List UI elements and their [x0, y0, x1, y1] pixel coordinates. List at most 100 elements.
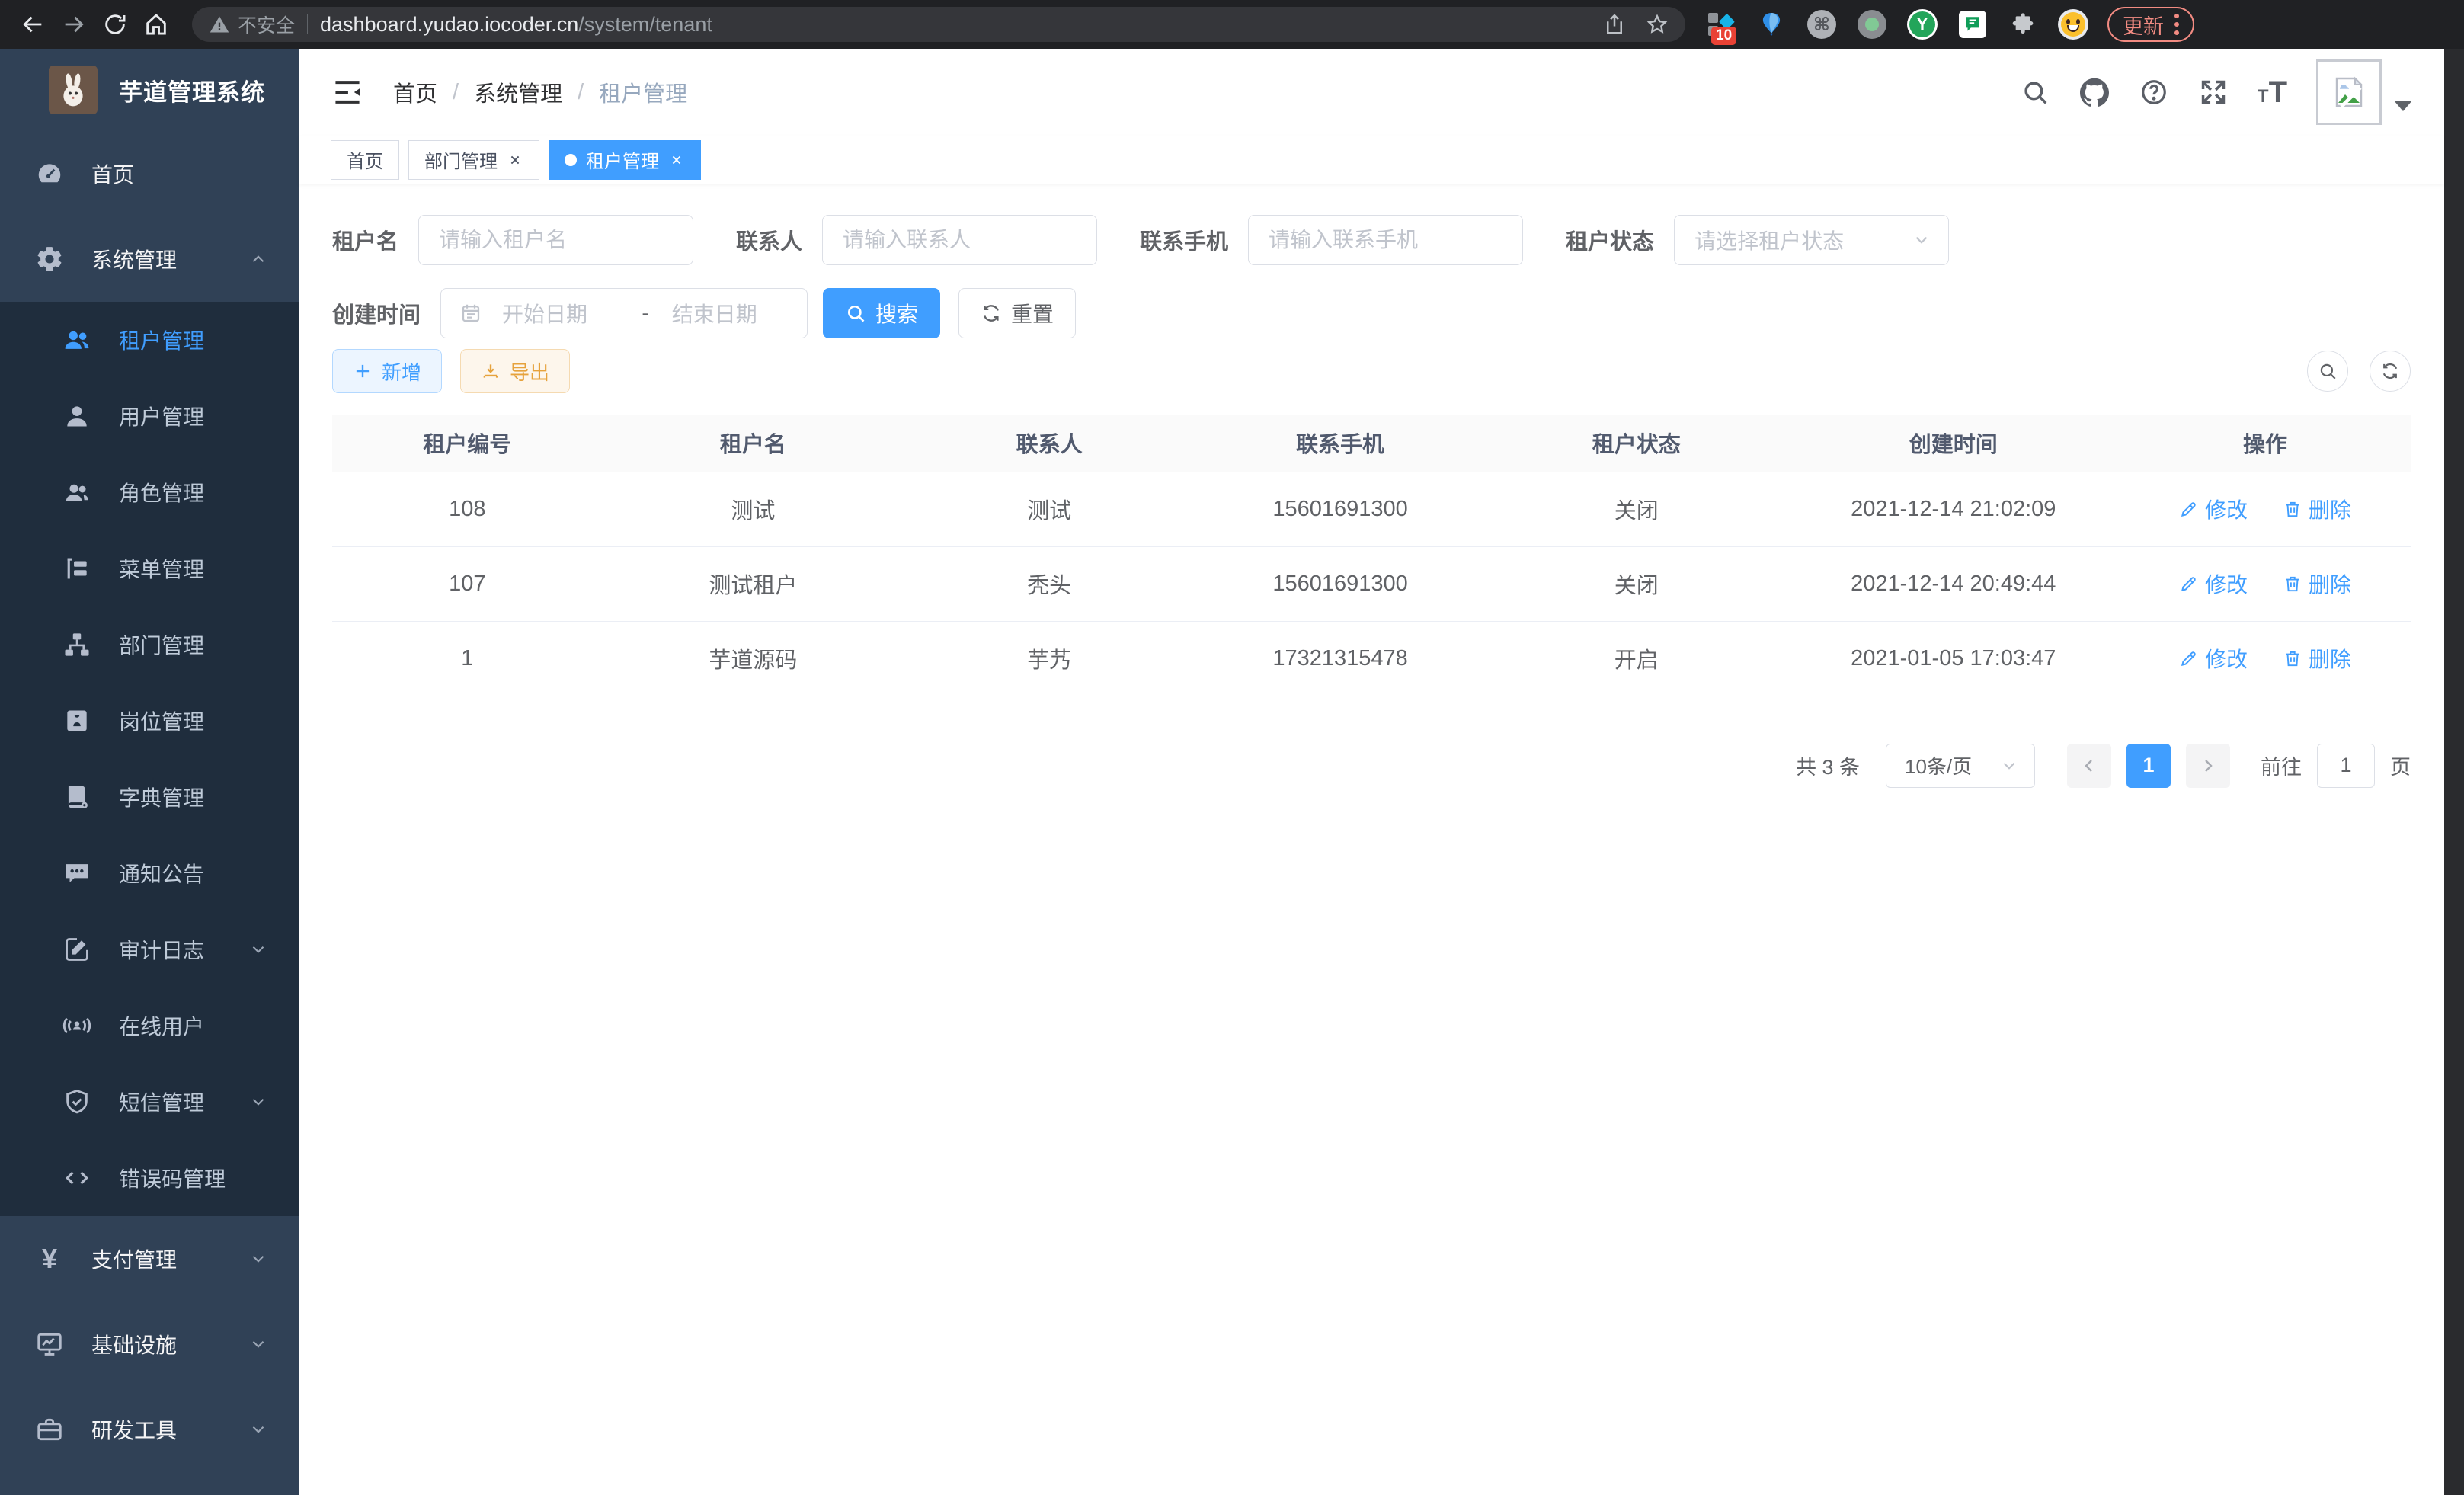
browser-chrome: 不安全 dashboard.yudao.iocoder.cn/system/te…: [0, 0, 2464, 49]
tab-home[interactable]: 首页: [331, 140, 399, 180]
date-end-placeholder[interactable]: 结束日期: [672, 298, 789, 328]
mobile-input[interactable]: [1248, 215, 1523, 265]
avatar-broken-image-icon: [2316, 59, 2382, 125]
browser-reload-icon[interactable]: [94, 4, 136, 45]
user-avatar[interactable]: [2316, 59, 2412, 125]
sidebar-item-tenant[interactable]: 租户管理: [0, 302, 299, 378]
refresh-icon: [2380, 361, 2400, 381]
user-icon: [61, 400, 93, 432]
tenant-name-label: 租户名: [332, 224, 398, 256]
page-1-button[interactable]: 1: [2126, 744, 2171, 788]
sidebar-item-online-user[interactable]: 在线用户: [0, 988, 299, 1064]
edit-button[interactable]: 修改: [2179, 643, 2248, 674]
sidebar-item-sms[interactable]: 短信管理: [0, 1064, 299, 1140]
total-count: 共 3 条: [1796, 751, 1860, 780]
extension-record-icon[interactable]: [1856, 8, 1888, 40]
sidebar-item-audit-log[interactable]: 审计日志: [0, 911, 299, 988]
delete-button[interactable]: 删除: [2283, 494, 2351, 524]
browser-scrollbar[interactable]: [2444, 49, 2464, 1495]
extension-balloon-icon[interactable]: [1755, 8, 1787, 40]
sidebar-item-infra[interactable]: 基础设施: [0, 1301, 299, 1387]
search-button[interactable]: 搜索: [823, 288, 940, 338]
sidebar-collapse-icon[interactable]: [331, 75, 364, 109]
omnibox-divider: [307, 14, 308, 34]
browser-update-button[interactable]: 更新: [2107, 7, 2194, 42]
sidebar-item-menu[interactable]: 菜单管理: [0, 530, 299, 607]
font-size-icon[interactable]: TT: [2258, 75, 2287, 110]
header-search-icon[interactable]: [2020, 77, 2050, 107]
trash-icon: [2283, 499, 2302, 519]
app-logo[interactable]: 芋道管理系统: [0, 49, 299, 131]
delete-button[interactable]: 删除: [2283, 568, 2351, 599]
sidebar-item-notice[interactable]: 通知公告: [0, 835, 299, 911]
url-text[interactable]: dashboard.yudao.iocoder.cn/system/tenant: [320, 13, 712, 37]
dashboard-icon: [34, 158, 66, 190]
extension-command-icon[interactable]: ⌘: [1806, 8, 1838, 40]
trash-icon: [2283, 574, 2302, 594]
browser-home-icon[interactable]: [136, 4, 177, 45]
edit-button[interactable]: 修改: [2179, 494, 2248, 524]
extension-face-icon[interactable]: [2057, 8, 2089, 40]
toggle-search-button[interactable]: [2307, 351, 2348, 392]
refresh-table-button[interactable]: [2370, 351, 2411, 392]
create-time-label: 创建时间: [332, 297, 421, 329]
share-icon[interactable]: [1603, 13, 1626, 36]
tab-tenant[interactable]: 租户管理: [549, 140, 701, 180]
table-row: 108 测试 测试 15601691300 关闭 2021-12-14 21:0…: [332, 472, 2411, 546]
chevron-down-icon: [248, 1092, 268, 1112]
prev-page-button[interactable]: [2067, 744, 2111, 788]
page-size-select[interactable]: 10条/页: [1886, 744, 2035, 788]
sidebar-item-home[interactable]: 首页: [0, 131, 299, 216]
github-icon[interactable]: [2079, 77, 2110, 107]
table-header-row: 租户编号 租户名 联系人 联系手机 租户状态 创建时间 操作: [332, 415, 2411, 472]
sidebar-item-dict[interactable]: 字典管理: [0, 759, 299, 835]
sidebar-item-role[interactable]: 角色管理: [0, 454, 299, 530]
next-page-button[interactable]: [2186, 744, 2230, 788]
extension-y-icon[interactable]: Y: [1906, 8, 1938, 40]
sidebar-item-devtools[interactable]: 研发工具: [0, 1387, 299, 1472]
tab-dept[interactable]: 部门管理: [408, 140, 539, 180]
extensions-puzzle-icon[interactable]: [2007, 8, 2039, 40]
reset-button[interactable]: 重置: [958, 288, 1076, 338]
security-label[interactable]: 不安全: [238, 11, 295, 38]
sidebar-item-post[interactable]: 岗位管理: [0, 683, 299, 759]
address-bar[interactable]: 不安全 dashboard.yudao.iocoder.cn/system/te…: [192, 7, 1685, 42]
export-button[interactable]: 导出: [460, 349, 570, 393]
logo-image: [49, 66, 98, 114]
tabs-bar: 首页 部门管理 租户管理: [299, 136, 2444, 184]
date-start-placeholder[interactable]: 开始日期: [502, 298, 619, 328]
sidebar-item-user[interactable]: 用户管理: [0, 378, 299, 454]
delete-button[interactable]: 删除: [2283, 643, 2351, 674]
browser-forward-icon[interactable]: [53, 4, 94, 45]
goto-label: 前往: [2261, 751, 2302, 780]
col-created: 创建时间: [1787, 415, 2120, 472]
date-range-picker[interactable]: 开始日期 - 结束日期: [440, 288, 808, 338]
chevron-down-icon: [248, 1334, 268, 1354]
fullscreen-icon[interactable]: [2198, 77, 2229, 107]
extension-chat-icon[interactable]: [1957, 8, 1989, 40]
caret-down-icon: [2394, 101, 2412, 111]
tenant-name-input[interactable]: [418, 215, 693, 265]
sidebar-item-error-code[interactable]: 错误码管理: [0, 1140, 299, 1216]
contact-label: 联系人: [736, 224, 802, 256]
goto-page-input[interactable]: [2317, 744, 2375, 788]
close-icon[interactable]: [507, 152, 523, 168]
edit-button[interactable]: 修改: [2179, 568, 2248, 599]
extension-blocks-icon[interactable]: 10: [1705, 8, 1737, 40]
breadcrumb-system[interactable]: 系统管理: [474, 76, 562, 108]
sidebar-item-dept[interactable]: 部门管理: [0, 607, 299, 683]
browser-back-icon[interactable]: [12, 4, 53, 45]
close-icon[interactable]: [668, 152, 685, 168]
chevron-up-icon: [248, 249, 268, 269]
help-icon[interactable]: [2139, 77, 2169, 107]
dict-book-icon: [61, 781, 93, 813]
contact-input[interactable]: [822, 215, 1097, 265]
breadcrumb-home[interactable]: 首页: [393, 76, 437, 108]
sidebar-item-system[interactable]: 系统管理: [0, 216, 299, 302]
roles-icon: [61, 476, 93, 508]
status-select[interactable]: 请选择租户状态: [1674, 215, 1949, 265]
sidebar-item-payment[interactable]: ¥ 支付管理: [0, 1216, 299, 1301]
bookmark-star-icon[interactable]: [1646, 13, 1669, 36]
browser-menu-icon[interactable]: [2174, 14, 2179, 35]
add-button[interactable]: 新增: [332, 349, 442, 393]
